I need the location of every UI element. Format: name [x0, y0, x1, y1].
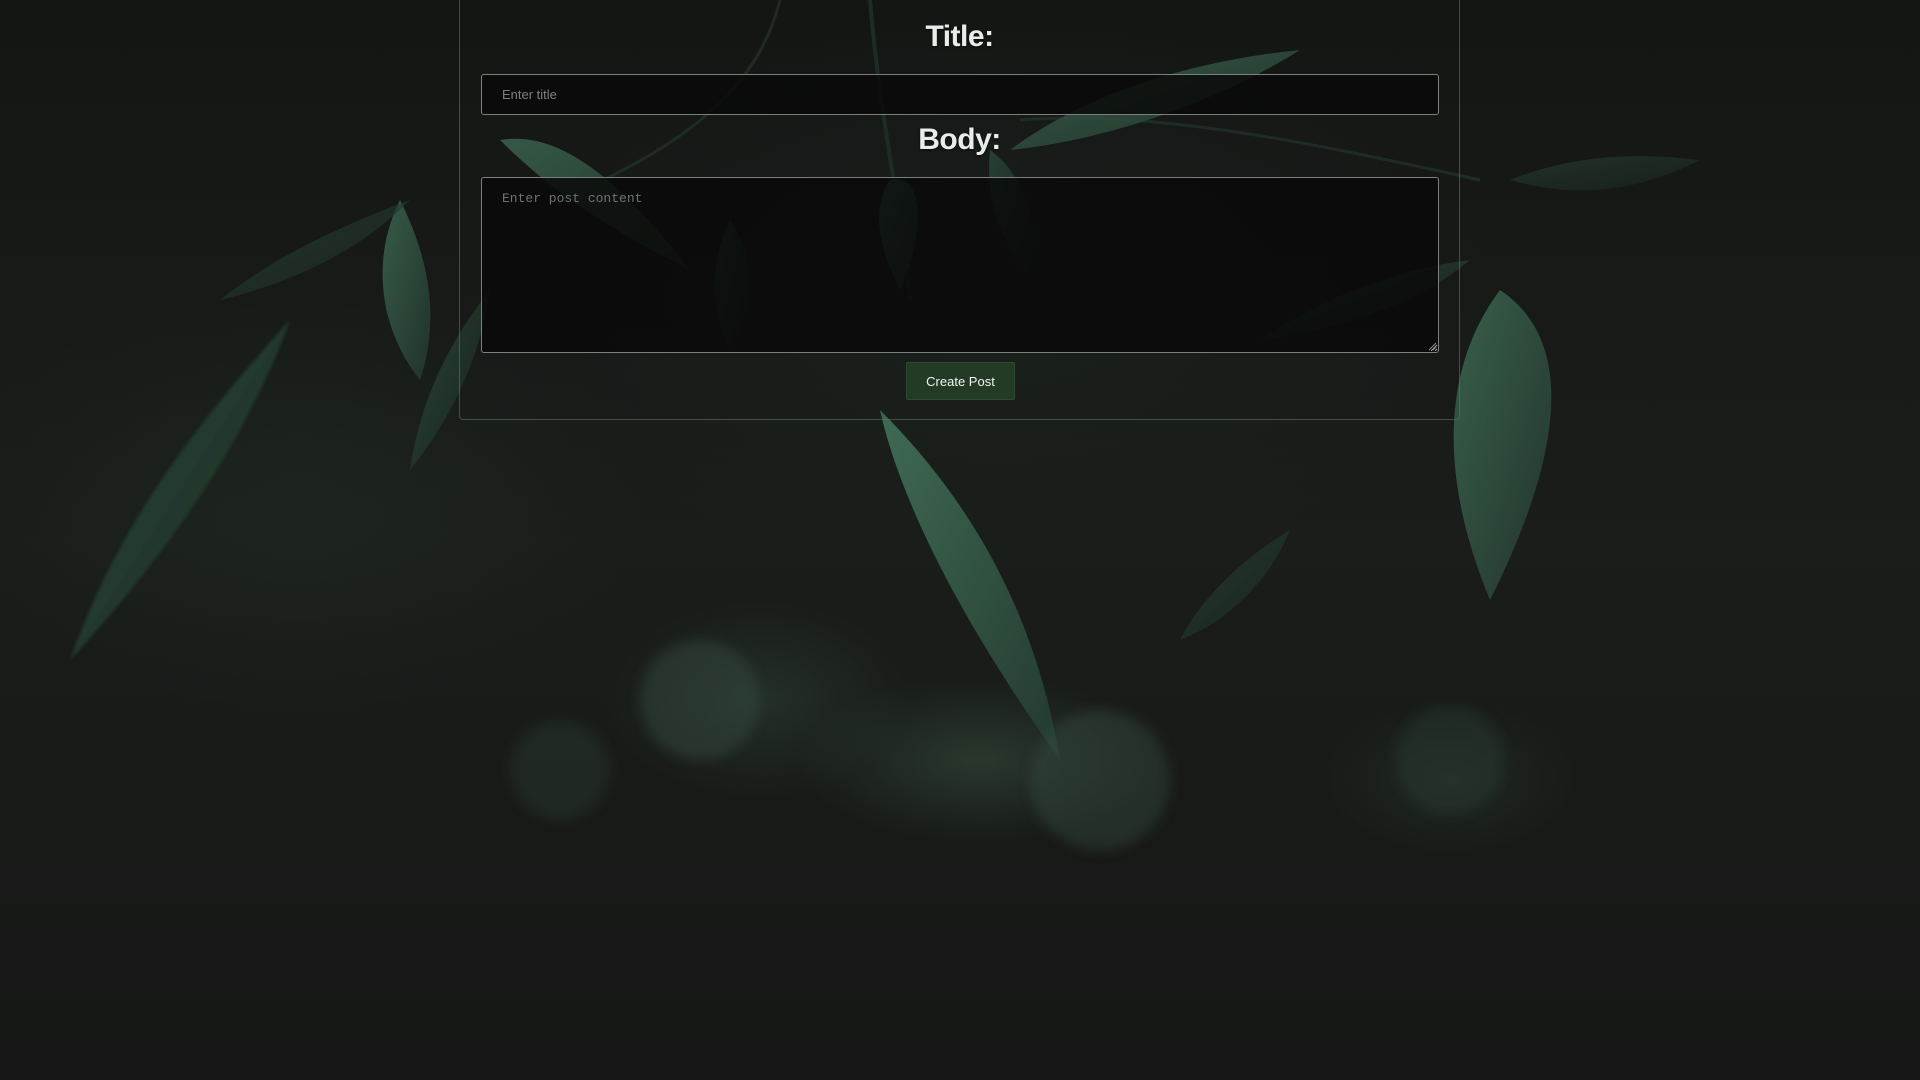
body-textarea[interactable]: [481, 177, 1439, 353]
body-label: Body:: [918, 123, 1001, 156]
title-label: Title:: [925, 20, 994, 53]
create-post-button[interactable]: Create Post: [906, 362, 1015, 400]
create-post-form: Title: Body: Create Post: [459, 0, 1460, 420]
title-input[interactable]: [481, 74, 1439, 115]
